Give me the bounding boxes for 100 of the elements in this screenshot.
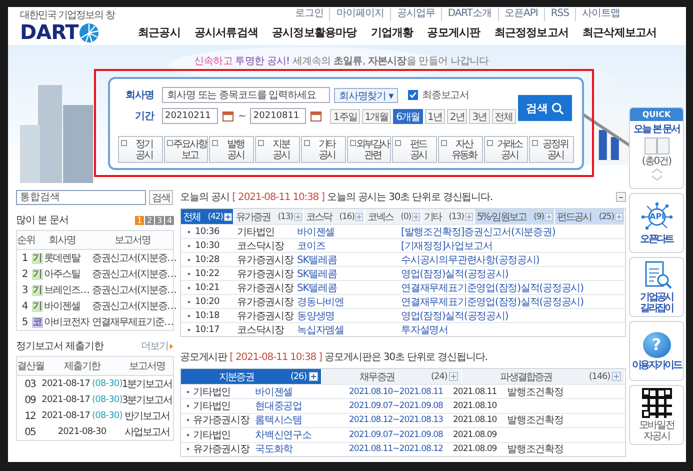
subscription-period[interactable]: 2021.08.11~2021.08.12 [349,444,449,454]
quick-link-card[interactable]: 기업공시 길라잡이 [629,257,684,317]
company-link[interactable]: SK텔레콤 [297,266,401,280]
company-link[interactable]: 브레인즈… [44,283,89,297]
subscription-period[interactable]: 2021.08.12~2021.08.13 [349,415,449,426]
company-link[interactable]: 현대중공업 [255,399,349,414]
company-link[interactable]: 경동나비엔 [297,294,401,308]
more-link[interactable]: 더보기 [141,339,174,353]
company-link[interactable]: 바이젠셀 [255,384,349,399]
period-button[interactable]: 1주일 [330,108,360,124]
period-button[interactable]: 1개월 [362,108,392,124]
company-link[interactable]: 녹십자엠셀 [297,322,401,336]
main-nav-item[interactable]: 공시서류검색 [194,25,258,41]
tab[interactable]: 지분증권 (26) [181,369,322,384]
integrated-search-field[interactable]: 통합검색 [16,190,146,205]
report-link[interactable]: 증권신고서(지분증… [92,251,176,265]
company-input[interactable]: 회사명 또는 종목코드를 입력하세요 [162,87,330,103]
top-link[interactable]: 로그인 [288,8,330,21]
plus-icon[interactable] [612,372,622,381]
quick-link-card[interactable]: ? 이용자가이드 [629,321,684,381]
company-link[interactable]: 롬텍시스템 [255,413,349,428]
category-button[interactable]: 기타 공시 [300,136,346,163]
plus-icon[interactable] [464,212,473,220]
report-link[interactable]: 증권신고서(지분증… [92,283,176,297]
company-link[interactable]: 차백신연구소 [255,428,349,442]
tab[interactable]: 코스닥 (16) [304,209,366,224]
report-link[interactable]: 영업(잠정)실적(공정공시) [401,308,508,322]
main-nav-item[interactable]: 최근정정보고서 [494,25,568,41]
subscription-period[interactable]: 2021.09.07~2021.09.08 [349,401,449,412]
company-link[interactable]: SK텔레콤 [297,252,401,266]
report-link[interactable]: 연결재무제표기준영업(잠정)실적(공정공시) [401,280,584,294]
top-link[interactable]: 사이트맵 [575,8,626,21]
company-link[interactable]: 바이젠셀 [44,299,80,313]
tab[interactable]: 전체 (42) [181,209,234,224]
plus-icon[interactable] [224,212,232,220]
company-link[interactable]: 코이즈 [297,238,401,252]
tab[interactable]: 채무증권 (24) [322,369,462,384]
tab[interactable]: 5%·임원보고 (9) [474,209,555,224]
report-link[interactable]: 투자설명서 [401,322,448,336]
top-link[interactable]: DART소개 [440,8,498,21]
period-button[interactable]: 3년 [469,108,490,124]
plus-icon[interactable] [614,212,623,220]
quick-link-card[interactable]: API 오픈다트 [629,193,684,253]
period-button[interactable]: 전체 [492,108,516,124]
report-link[interactable]: 연결재무제표기준영업(잠정)실적(공정공시) [401,294,584,308]
company-link[interactable]: 동양생명 [297,308,401,322]
logo-text[interactable]: DART [20,22,78,43]
find-company-button[interactable]: 회사명찾기 ▾ [334,88,398,102]
category-button[interactable]: 주요사항 보고 [164,136,208,163]
quick-link-card[interactable]: 모바일전자공시 [629,385,684,445]
period-button[interactable]: 1년 [424,108,445,124]
plus-icon[interactable] [355,212,364,220]
top-link[interactable]: 마이페이지 [329,8,390,21]
calendar-icon[interactable] [310,110,322,122]
company-link[interactable]: 바이젠셀 [297,224,401,238]
company-link[interactable]: 롯데렌탈 [44,251,80,265]
plus-icon[interactable] [449,372,458,381]
category-button[interactable]: 펀드 공시 [392,136,437,163]
plus-icon[interactable] [412,212,420,220]
tab[interactable]: 기타 (13) [422,209,475,224]
period-button[interactable]: 6개월 [393,108,423,124]
category-button[interactable]: 공정위 공시 [529,136,574,163]
category-button[interactable]: 자산 유동화 [438,136,483,163]
chevron-up-icon[interactable] [650,168,662,174]
report-link[interactable]: 증권신고서(지분증… [92,299,176,313]
company-link[interactable]: 아비코전자 [44,315,89,329]
subscription-period[interactable]: 2021.09.07~2021.09.08 [349,430,449,440]
main-nav-item[interactable]: 기업개황 [370,25,414,41]
tab[interactable]: 펀드공시 (25) [554,209,625,224]
tab[interactable]: 코넥스 (0) [365,209,422,224]
report-link[interactable]: [발행조건확정]증권신고서(지분증권) [401,224,556,238]
report-link[interactable]: 연결재무제표기준… [92,315,173,329]
report-link[interactable]: 증권신고서(지분증… [92,267,176,281]
company-link[interactable]: 아주스틸 [44,267,80,281]
plus-icon[interactable] [294,212,302,220]
top-link[interactable]: 공시업무 [390,8,441,21]
search-button[interactable]: 검색 [518,95,572,121]
calendar-icon[interactable] [222,110,234,122]
main-nav-item[interactable]: 최근삭제보고서 [582,25,657,41]
category-button[interactable]: 정기 공시 [118,136,163,163]
category-button[interactable]: 지분 공시 [255,136,300,163]
report-link[interactable]: 영업(잠정)실적(공정공시) [401,266,508,280]
date-input[interactable]: 20210211 [162,108,218,124]
main-nav-item[interactable]: 공모게시판 [427,25,480,41]
checkbox[interactable] [408,90,418,100]
category-button[interactable]: 발행 공시 [209,136,254,163]
category-button[interactable]: 거래소 공시 [484,136,528,163]
date-input[interactable]: 20210811 [250,108,306,124]
tab[interactable]: 유가증권 (13) [234,209,304,224]
plus-icon[interactable] [544,212,553,220]
subscription-period[interactable]: 2021.08.10~2021.08.11 [349,386,449,397]
main-nav-item[interactable]: 최근공시 [138,25,180,41]
top-link[interactable]: 오픈API [498,8,544,21]
main-nav-item[interactable]: 공시정보활용마당 [272,25,357,41]
collapse-button[interactable] [616,192,626,202]
category-button[interactable]: 외부감사 관련 [346,136,392,163]
top-link[interactable]: RSS [544,8,575,21]
chevron-down-icon[interactable] [650,175,662,181]
report-link[interactable]: [기재정정]사업보고서 [401,238,492,252]
search-button[interactable]: 검색 [149,190,173,205]
